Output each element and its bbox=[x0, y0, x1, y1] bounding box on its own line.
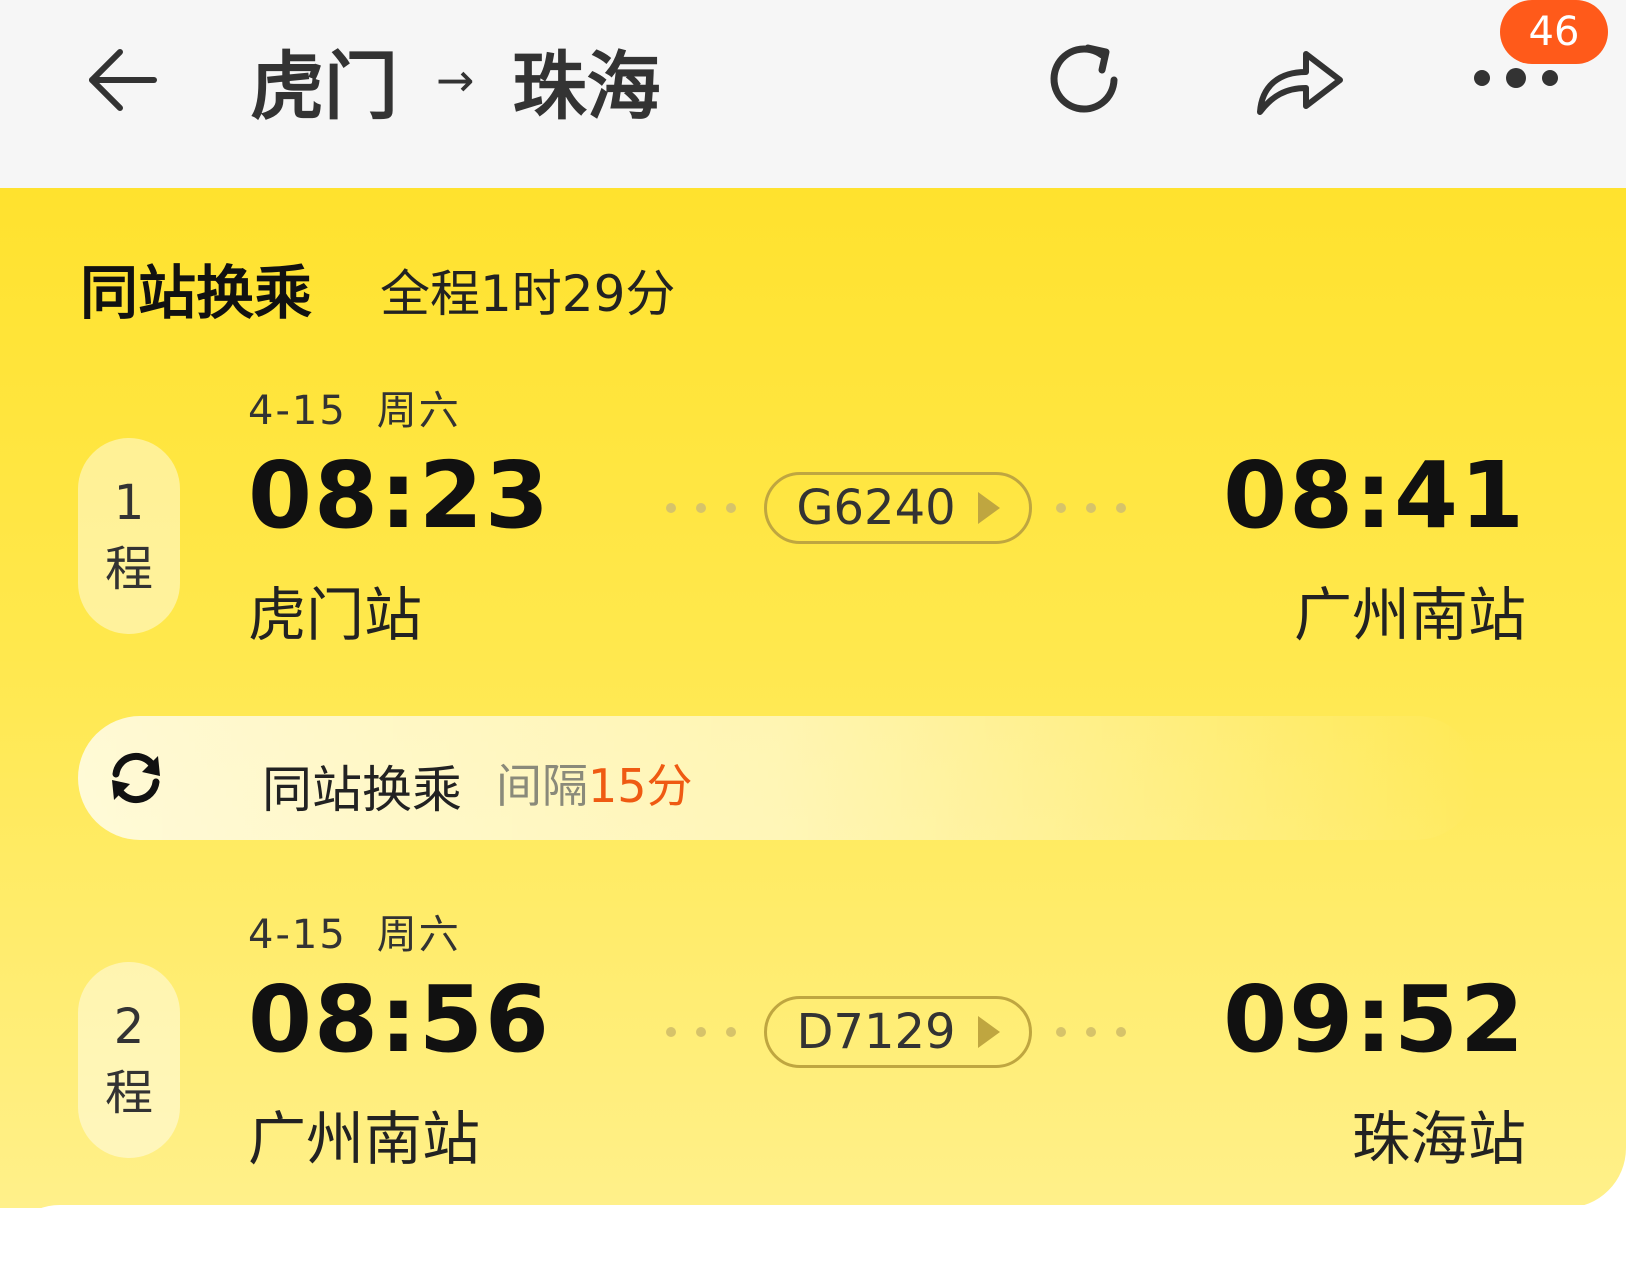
transfer-gap-prefix: 间隔 bbox=[496, 759, 588, 813]
route-dots-right bbox=[1056, 1026, 1126, 1038]
card-title: 同站换乘 bbox=[80, 259, 313, 327]
transfer-gap: 间隔15分 bbox=[496, 750, 693, 816]
date: 4-15 bbox=[248, 388, 347, 434]
leg-index-badge: 1 程 bbox=[78, 438, 180, 634]
share-icon bbox=[1257, 51, 1343, 115]
destination-city: 珠海 bbox=[512, 43, 661, 130]
leg-date: 4-15 周六 bbox=[248, 902, 461, 960]
more-button[interactable] bbox=[1468, 58, 1564, 98]
transfer-gap-value: 15分 bbox=[588, 759, 693, 813]
departure-time: 08:56 bbox=[248, 966, 551, 1073]
route-dots-left bbox=[666, 1026, 736, 1038]
refresh-button[interactable] bbox=[1036, 30, 1136, 130]
transfer-cycle-icon bbox=[112, 752, 160, 804]
leg-date: 4-15 周六 bbox=[248, 378, 461, 436]
route-dots-left bbox=[666, 502, 736, 514]
arrival-time: 08:41 bbox=[1223, 442, 1526, 549]
refresh-icon bbox=[1050, 44, 1118, 113]
train-number: D7129 bbox=[796, 1004, 956, 1060]
play-arrow-icon bbox=[977, 1016, 1000, 1048]
origin-city: 虎门 bbox=[250, 43, 398, 130]
departure-time: 08:23 bbox=[248, 442, 551, 549]
train-number-button[interactable]: D7129 bbox=[764, 996, 1032, 1068]
transfer-type: 同站换乘 bbox=[262, 761, 462, 819]
leg-index: 2 bbox=[113, 999, 145, 1055]
arrival-station: 广州南站 bbox=[1293, 581, 1526, 649]
leg-2: 4-15 周六 2 程 08:56 广州南站 D7129 09:52 珠海站 bbox=[0, 902, 1626, 1202]
weekday: 周六 bbox=[376, 912, 461, 958]
leg-index-suffix: 程 bbox=[104, 541, 153, 597]
route-dots-right bbox=[1056, 502, 1126, 514]
departure-station: 虎门站 bbox=[248, 581, 423, 649]
date: 4-15 bbox=[248, 912, 347, 958]
play-arrow-icon bbox=[977, 492, 1000, 524]
leg-index: 1 bbox=[113, 475, 145, 531]
leg-1: 4-15 周六 1 程 08:23 虎门站 G6240 08:41 广州南站 bbox=[0, 378, 1626, 678]
train-number: G6240 bbox=[796, 480, 956, 536]
leg-index-suffix: 程 bbox=[104, 1065, 153, 1121]
arrival-time: 09:52 bbox=[1223, 966, 1526, 1073]
more-icon bbox=[1474, 68, 1558, 88]
top-app-bar: 虎门 → 珠海 46 bbox=[0, 0, 1626, 188]
transfer-info-bar: 同站换乘 间隔15分 bbox=[78, 716, 1478, 840]
route-title: 虎门 → 珠海 bbox=[250, 30, 661, 130]
back-button[interactable] bbox=[84, 40, 164, 120]
back-arrow-icon bbox=[89, 49, 157, 111]
itinerary-card: 同站换乘 全程1时29分 4-15 周六 1 程 08:23 虎门站 G6240 … bbox=[0, 188, 1626, 1208]
weekday: 周六 bbox=[376, 388, 461, 434]
total-duration: 全程1时29分 bbox=[380, 265, 676, 323]
route-arrow: → bbox=[436, 53, 475, 107]
content-panel-edge bbox=[0, 1205, 1626, 1285]
arrival-station: 珠海站 bbox=[1351, 1105, 1526, 1173]
train-number-button[interactable]: G6240 bbox=[764, 472, 1032, 544]
leg-index-badge: 2 程 bbox=[78, 962, 180, 1158]
departure-station: 广州南站 bbox=[248, 1105, 481, 1173]
notification-badge[interactable]: 46 bbox=[1500, 0, 1608, 64]
share-button[interactable] bbox=[1250, 30, 1350, 130]
